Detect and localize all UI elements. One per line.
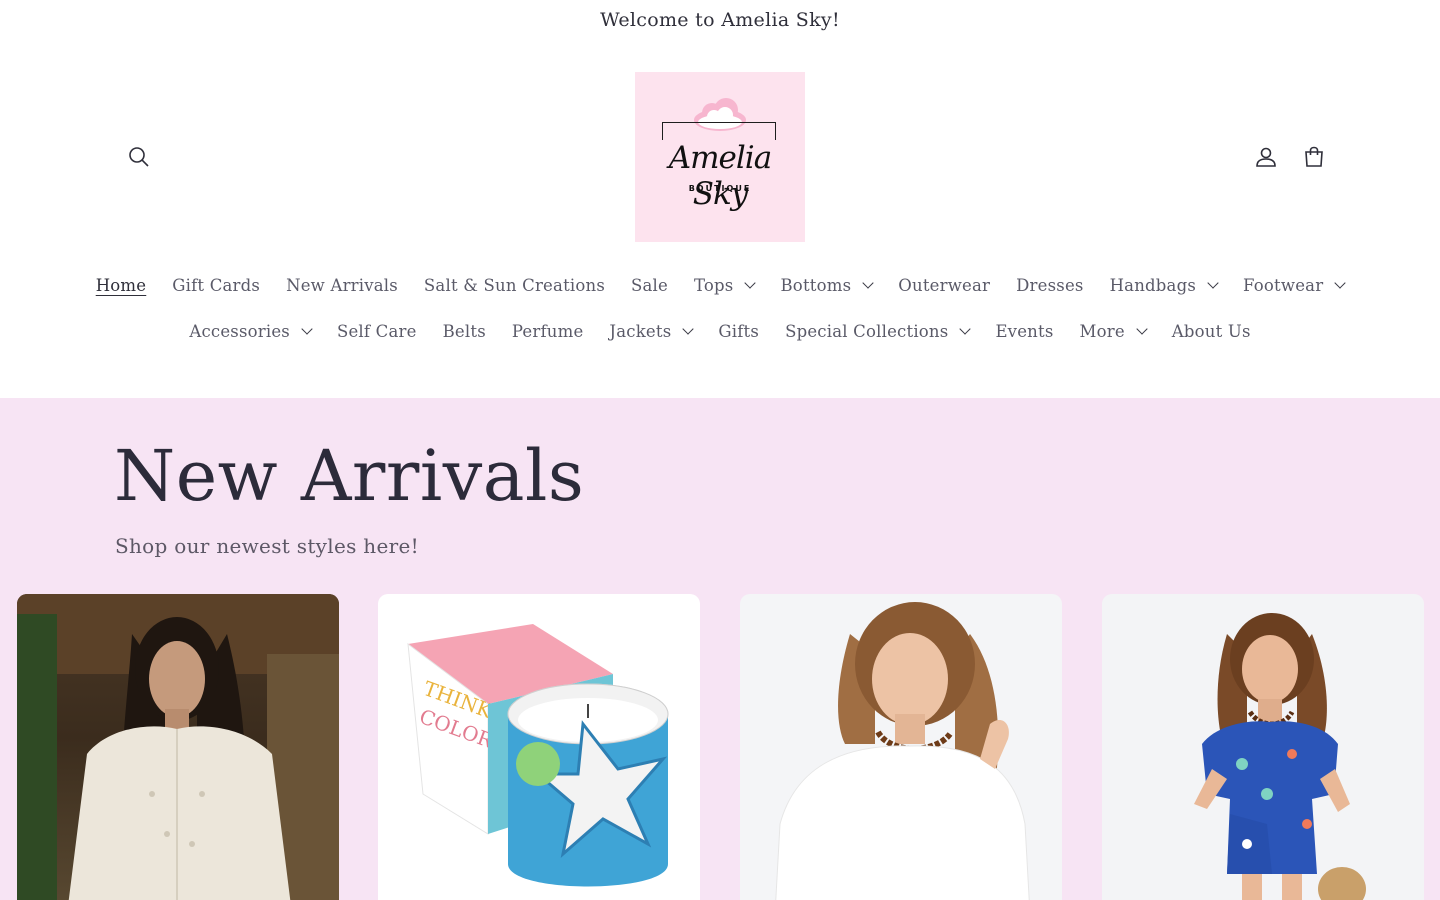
nav-label: Sale: [631, 275, 668, 295]
nav-item-tops[interactable]: Tops: [681, 276, 768, 295]
nav-label: Dresses: [1016, 275, 1084, 295]
nav-label: Special Collections: [785, 321, 949, 341]
nav-item-accessories[interactable]: Accessories: [176, 322, 324, 341]
nav-label: Accessories: [189, 321, 290, 341]
product-image-candle: THINK COLOR: [407, 624, 669, 887]
page-subtitle: Shop our newest styles here!: [115, 534, 419, 558]
product-image-woman-white-top: [775, 602, 1030, 900]
logo-script-text: Amelia Sky: [647, 140, 793, 212]
chevron-down-icon: [744, 276, 757, 289]
product-card[interactable]: [740, 594, 1062, 900]
nav-label: New Arrivals: [286, 275, 398, 295]
page-title: New Arrivals: [114, 435, 585, 517]
chevron-down-icon: [1136, 322, 1148, 335]
chevron-down-icon: [959, 322, 972, 335]
search-icon: [129, 147, 149, 167]
chevron-down-icon: [301, 322, 313, 335]
nav-item-events[interactable]: Events: [982, 322, 1066, 341]
chevron-down-icon: [1207, 276, 1219, 289]
account-icon: [1256, 147, 1276, 167]
nav-label: Bottoms: [780, 275, 852, 295]
announcement-text: Welcome to Amelia Sky!: [600, 9, 840, 31]
nav-label: Tops: [693, 275, 734, 295]
product-card[interactable]: [17, 594, 339, 900]
nav-label: Self Care: [336, 321, 417, 341]
nav-item-salt-sun-creations[interactable]: Salt & Sun Creations: [411, 276, 618, 295]
logo-sub-text: BOUTIQUE: [688, 184, 752, 193]
nav-item-self-care[interactable]: Self Care: [324, 322, 430, 341]
chevron-down-icon: [862, 276, 874, 289]
chevron-down-icon: [1334, 276, 1346, 289]
product-image-woman-eyelet-romper: [17, 594, 339, 900]
cart-icon: [1305, 146, 1323, 167]
nav-label: Gift Cards: [172, 275, 261, 295]
main-nav-row-2: Accessories Self Care Belts Perfume Jack…: [0, 316, 1440, 346]
nav-label: Home: [95, 275, 147, 295]
nav-label: About Us: [1171, 321, 1251, 341]
nav-item-handbags[interactable]: Handbags: [1097, 276, 1230, 295]
nav-label: Outerwear: [898, 275, 991, 295]
nav-item-gift-cards[interactable]: Gift Cards: [159, 276, 273, 295]
account-button[interactable]: [1251, 142, 1281, 172]
nav-item-dresses[interactable]: Dresses: [1003, 276, 1096, 295]
main-nav-row-1: Home Gift Cards New Arrivals Salt & Sun …: [0, 270, 1440, 300]
nav-label: Footwear: [1243, 275, 1324, 295]
nav-item-sale[interactable]: Sale: [618, 276, 681, 295]
cart-button[interactable]: [1299, 142, 1329, 172]
nav-label: Salt & Sun Creations: [423, 275, 605, 295]
store-logo[interactable]: Amelia Sky BOUTIQUE: [635, 72, 805, 242]
nav-label: Events: [995, 321, 1054, 341]
nav-item-home[interactable]: Home: [83, 276, 160, 295]
search-button[interactable]: [124, 142, 154, 172]
product-image-woman-floral-romper: [1194, 613, 1366, 900]
announcement-bar: Welcome to Amelia Sky!: [0, 0, 1440, 40]
nav-item-outerwear[interactable]: Outerwear: [885, 276, 1003, 295]
nav-item-jackets[interactable]: Jackets: [596, 322, 705, 341]
nav-item-footwear[interactable]: Footwear: [1230, 276, 1357, 295]
nav-label: Belts: [442, 321, 486, 341]
product-card[interactable]: [1102, 594, 1424, 900]
nav-label: Gifts: [718, 321, 760, 341]
nav-label: More: [1079, 321, 1125, 341]
nav-item-new-arrivals[interactable]: New Arrivals: [273, 276, 411, 295]
nav-item-gifts[interactable]: Gifts: [705, 322, 772, 341]
chevron-down-icon: [682, 322, 695, 335]
nav-item-special-collections[interactable]: Special Collections: [772, 322, 982, 341]
product-card[interactable]: THINK COLOR: [378, 594, 700, 900]
nav-item-belts[interactable]: Belts: [430, 322, 499, 341]
nav-item-bottoms[interactable]: Bottoms: [767, 276, 885, 295]
nav-item-perfume[interactable]: Perfume: [499, 322, 597, 341]
nav-item-about-us[interactable]: About Us: [1159, 322, 1264, 341]
nav-label: Handbags: [1109, 275, 1197, 295]
nav-label: Perfume: [511, 321, 584, 341]
nav-item-more[interactable]: More: [1067, 322, 1159, 341]
nav-label: Jackets: [609, 321, 672, 341]
